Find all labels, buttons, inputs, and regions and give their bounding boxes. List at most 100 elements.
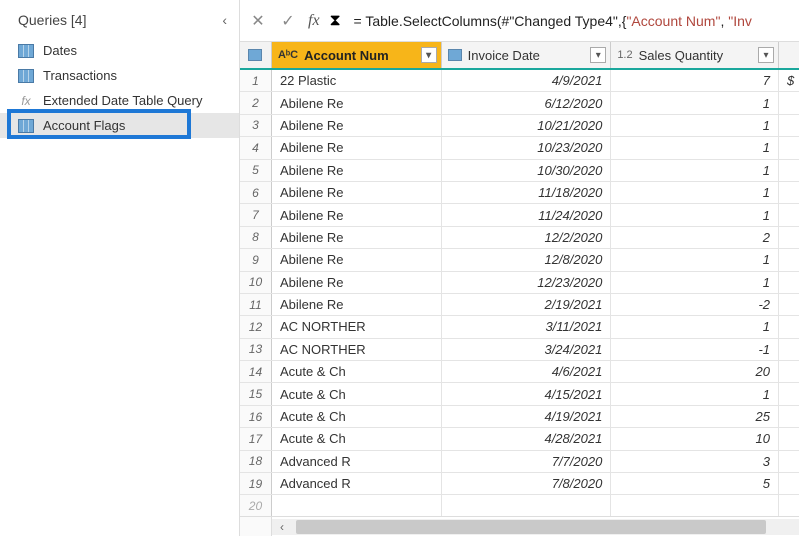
cell-account[interactable]: Abilene Re [272, 92, 442, 113]
cell-extra[interactable] [779, 451, 799, 472]
cell-invoice[interactable]: 12/8/2020 [442, 249, 612, 270]
cell-qty[interactable]: 1 [611, 137, 779, 158]
cell-account[interactable]: Acute & Ch [272, 361, 442, 382]
cell-invoice[interactable]: 12/2/2020 [442, 227, 612, 248]
cell-invoice[interactable]: 3/11/2021 [442, 316, 612, 337]
cell-invoice[interactable]: 11/24/2020 [442, 204, 612, 225]
table-row[interactable]: 12AC NORTHER3/11/20211 [240, 316, 799, 338]
cell-extra[interactable] [779, 316, 799, 337]
cell-extra[interactable] [779, 406, 799, 427]
column-overflow[interactable] [779, 42, 799, 68]
cell-extra[interactable] [779, 495, 799, 516]
cell-extra[interactable] [779, 473, 799, 494]
cell-extra[interactable] [779, 361, 799, 382]
row-number[interactable]: 20 [240, 495, 272, 516]
row-number[interactable]: 6 [240, 182, 272, 203]
cell-qty[interactable]: -1 [611, 339, 779, 360]
row-number[interactable]: 17 [240, 428, 272, 449]
query-item-account-flags[interactable]: Account Flags [0, 113, 239, 138]
row-number[interactable]: 8 [240, 227, 272, 248]
cell-invoice[interactable]: 10/30/2020 [442, 160, 612, 181]
cell-qty[interactable]: 1 [611, 383, 779, 404]
column-sales-quantity[interactable]: 1.2 Sales Quantity ▾ [611, 42, 779, 68]
cell-qty[interactable]: 2 [611, 227, 779, 248]
table-row[interactable]: 19Advanced R7/8/20205 [240, 473, 799, 495]
cell-qty[interactable]: 1 [611, 316, 779, 337]
table-row[interactable]: 6Abilene Re11/18/20201 [240, 182, 799, 204]
cell-invoice[interactable]: 4/19/2021 [442, 406, 612, 427]
cell-account[interactable] [272, 495, 442, 516]
cell-account[interactable]: Advanced R [272, 451, 442, 472]
cell-qty[interactable]: 1 [611, 160, 779, 181]
cell-account[interactable]: Abilene Re [272, 227, 442, 248]
table-row[interactable]: 2Abilene Re6/12/20201 [240, 92, 799, 114]
row-number[interactable]: 11 [240, 294, 272, 315]
cell-extra[interactable] [779, 160, 799, 181]
table-row[interactable]: 122 Plastic4/9/20217$ [240, 70, 799, 92]
cell-account[interactable]: Abilene Re [272, 115, 442, 136]
cell-invoice[interactable]: 10/23/2020 [442, 137, 612, 158]
cell-extra[interactable] [779, 249, 799, 270]
cell-extra[interactable] [779, 204, 799, 225]
row-number[interactable]: 15 [240, 383, 272, 404]
cell-qty[interactable]: 5 [611, 473, 779, 494]
cell-qty[interactable]: 1 [611, 272, 779, 293]
column-account-num[interactable]: AᵇC Account Num ▾ [272, 42, 442, 68]
column-filter-dropdown[interactable]: ▾ [758, 47, 774, 63]
cell-invoice[interactable]: 7/8/2020 [442, 473, 612, 494]
cell-invoice[interactable]: 4/28/2021 [442, 428, 612, 449]
table-row[interactable]: 8Abilene Re12/2/20202 [240, 227, 799, 249]
row-number[interactable]: 2 [240, 92, 272, 113]
table-row[interactable]: 11Abilene Re2/19/2021-2 [240, 294, 799, 316]
cell-account[interactable]: AC NORTHER [272, 316, 442, 337]
cell-qty[interactable]: 3 [611, 451, 779, 472]
accept-formula-icon[interactable]: ✓ [278, 11, 298, 31]
cell-qty[interactable]: 1 [611, 115, 779, 136]
row-number[interactable]: 13 [240, 339, 272, 360]
row-number[interactable]: 16 [240, 406, 272, 427]
cancel-formula-icon[interactable]: ✕ [248, 11, 268, 31]
cell-invoice[interactable]: 6/12/2020 [442, 92, 612, 113]
cell-extra[interactable] [779, 383, 799, 404]
cell-extra[interactable] [779, 428, 799, 449]
cell-invoice[interactable]: 2/19/2021 [442, 294, 612, 315]
cell-invoice[interactable]: 4/9/2021 [442, 70, 612, 91]
cell-extra[interactable]: $ [779, 70, 799, 91]
query-item-dates[interactable]: Dates [0, 38, 239, 63]
cell-extra[interactable] [779, 137, 799, 158]
row-number[interactable]: 10 [240, 272, 272, 293]
grid-corner[interactable] [240, 42, 272, 68]
table-row[interactable]: 16Acute & Ch4/19/202125 [240, 406, 799, 428]
cell-qty[interactable]: 10 [611, 428, 779, 449]
cell-extra[interactable] [779, 92, 799, 113]
cell-account[interactable]: Abilene Re [272, 272, 442, 293]
cell-qty[interactable] [611, 495, 779, 516]
cell-invoice[interactable]: 7/7/2020 [442, 451, 612, 472]
cell-account[interactable]: Abilene Re [272, 294, 442, 315]
cell-qty[interactable]: 7 [611, 70, 779, 91]
cell-qty[interactable]: 20 [611, 361, 779, 382]
cell-extra[interactable] [779, 182, 799, 203]
column-invoice-date[interactable]: Invoice Date ▾ [442, 42, 612, 68]
cell-invoice[interactable] [442, 495, 612, 516]
table-row[interactable]: 14Acute & Ch4/6/202120 [240, 361, 799, 383]
cell-invoice[interactable]: 4/6/2021 [442, 361, 612, 382]
cell-extra[interactable] [779, 227, 799, 248]
row-number[interactable]: 3 [240, 115, 272, 136]
table-row[interactable]: 18Advanced R7/7/20203 [240, 451, 799, 473]
row-number[interactable]: 14 [240, 361, 272, 382]
row-number[interactable]: 5 [240, 160, 272, 181]
cell-qty[interactable]: 1 [611, 92, 779, 113]
cell-extra[interactable] [779, 294, 799, 315]
formula-text[interactable]: = Table.SelectColumns(#"Changed Type4",{… [354, 13, 752, 29]
cell-qty[interactable]: 1 [611, 249, 779, 270]
row-number[interactable]: 12 [240, 316, 272, 337]
cell-extra[interactable] [779, 339, 799, 360]
row-number[interactable]: 4 [240, 137, 272, 158]
cell-qty[interactable]: 1 [611, 182, 779, 203]
cell-qty[interactable]: 1 [611, 204, 779, 225]
collapse-sidebar-icon[interactable]: ‹ [222, 12, 227, 28]
query-item-transactions[interactable]: Transactions [0, 63, 239, 88]
cell-qty[interactable]: 25 [611, 406, 779, 427]
table-row[interactable]: 20 [240, 495, 799, 516]
